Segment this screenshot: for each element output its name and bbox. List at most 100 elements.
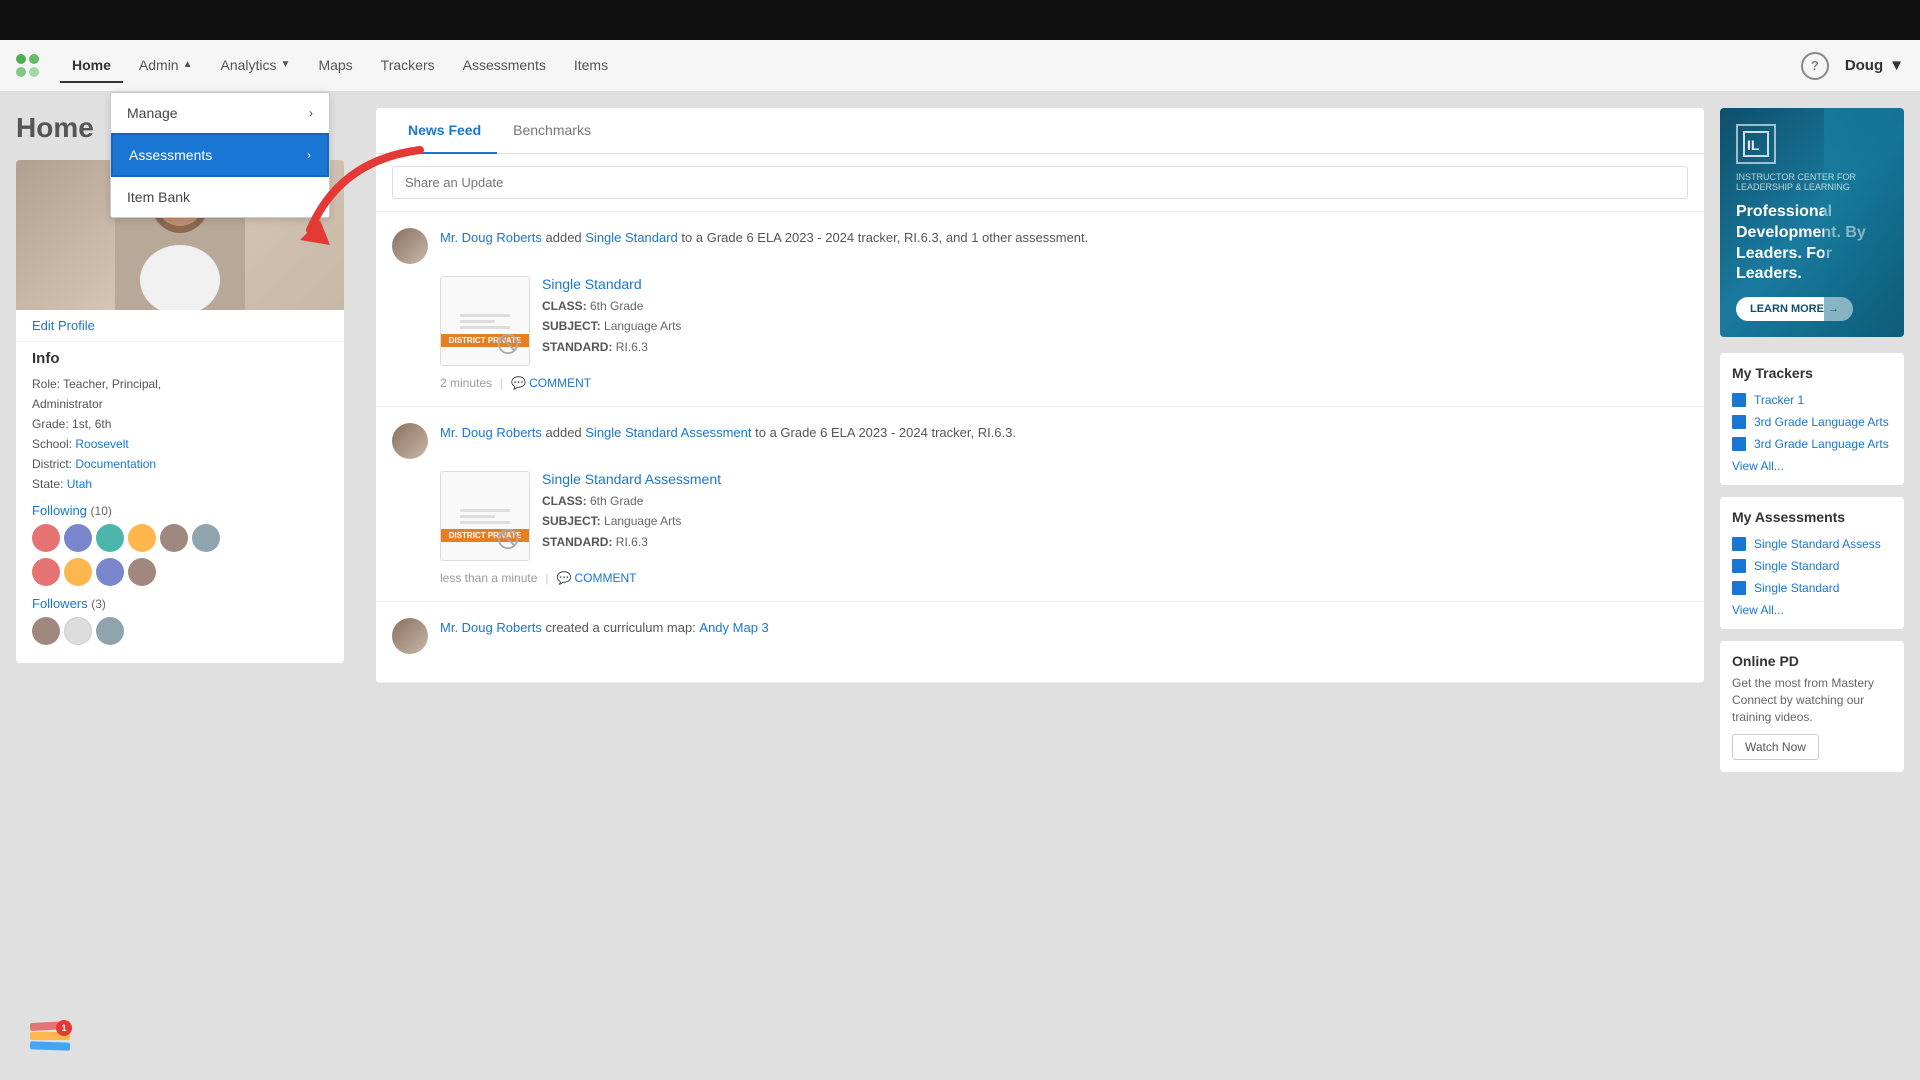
edit-profile-link[interactable]: Edit Profile: [16, 310, 344, 342]
dropdown-assessments[interactable]: Assessments ›: [111, 133, 329, 177]
info-title: Info: [32, 350, 328, 367]
admin-dropdown-menu: Manage › Assessments › Item Bank: [110, 92, 330, 218]
ad-tagline: Instructor Center for Leadership & Learn…: [1736, 172, 1888, 192]
feed-time: 2 minutes: [440, 376, 492, 390]
avatar[interactable]: [32, 617, 60, 645]
feed-author-link[interactable]: Mr. Doug Roberts: [440, 425, 542, 440]
no-icon: [497, 528, 519, 550]
svg-text:IL: IL: [1747, 137, 1760, 153]
comment-icon: 💬: [557, 571, 572, 585]
manage-arrow-icon: ›: [309, 106, 313, 120]
feed-item: Mr. Doug Roberts added Single Standard A…: [376, 407, 1704, 602]
nav-items[interactable]: Items: [562, 49, 620, 83]
navbar: Home Admin ▲ Analytics ▼ Maps Trackers A…: [0, 40, 1920, 92]
comment-button[interactable]: 💬 COMMENT: [511, 376, 591, 390]
tracker-item[interactable]: 3rd Grade Language Arts: [1732, 433, 1892, 455]
assessment-title[interactable]: Single Standard: [542, 276, 681, 292]
assessment-item[interactable]: Single Standard: [1732, 577, 1892, 599]
nav-maps[interactable]: Maps: [306, 49, 364, 83]
feed-tabs: News Feed Benchmarks: [376, 108, 1704, 154]
assessment-thumbnail: DISTRICT PRIVATE: [440, 471, 530, 561]
thumb-lines: [460, 311, 510, 332]
feed-item-header: Mr. Doug Roberts added Single Standard t…: [392, 228, 1688, 264]
following-section-title[interactable]: Following (10): [32, 503, 328, 518]
feed-avatar: [392, 423, 428, 459]
tab-benchmarks[interactable]: Benchmarks: [497, 108, 607, 154]
role-row: Role: Teacher, Principal,: [32, 375, 328, 393]
state-link[interactable]: Utah: [67, 477, 92, 491]
badge-layers[interactable]: 1: [30, 1022, 70, 1050]
assessments-title: My Assessments: [1732, 509, 1892, 525]
nav-trackers[interactable]: Trackers: [369, 49, 447, 83]
share-box: [376, 154, 1704, 212]
profile-card: Edit Profile Info Role: Teacher, Princip…: [16, 160, 344, 663]
tracker-item[interactable]: Tracker 1: [1732, 389, 1892, 411]
logo-dot-3: [16, 67, 26, 77]
feed-item-link[interactable]: Single Standard: [585, 230, 678, 245]
comment-button[interactable]: 💬 COMMENT: [557, 571, 637, 585]
avatar[interactable]: [64, 524, 92, 552]
watch-now-button[interactable]: Watch Now: [1732, 734, 1819, 760]
no-icon: [497, 333, 519, 355]
view-all-assessments[interactable]: View All...: [1732, 603, 1892, 617]
tracker-icon: [1732, 415, 1746, 429]
avatar[interactable]: [96, 558, 124, 586]
nav-admin[interactable]: Admin ▲: [127, 49, 205, 83]
floating-badge[interactable]: 1: [30, 1022, 70, 1050]
tracker-item[interactable]: 3rd Grade Language Arts: [1732, 411, 1892, 433]
assessment-title[interactable]: Single Standard Assessment: [542, 471, 721, 487]
avatar[interactable]: [32, 524, 60, 552]
avatar[interactable]: [32, 558, 60, 586]
avatar[interactable]: [96, 524, 124, 552]
analytics-chevron-icon: ▼: [281, 59, 291, 70]
nav-assessments[interactable]: Assessments: [451, 49, 558, 83]
avatar[interactable]: [160, 524, 188, 552]
assessment-preview: DISTRICT PRIVATE Single Standard Assessm…: [440, 471, 1688, 561]
assessment-icon: [1732, 537, 1746, 551]
online-pd-section: Online PD Get the most from Mastery Conn…: [1720, 641, 1904, 771]
feed-item-text: Mr. Doug Roberts added Single Standard A…: [440, 423, 1016, 459]
assessment-icon: [1732, 581, 1746, 595]
assessment-info: Single Standard Assessment CLASS: 6th Gr…: [542, 471, 721, 561]
district-link[interactable]: Documentation: [75, 457, 156, 471]
avatar[interactable]: [64, 617, 92, 645]
assessment-item[interactable]: Single Standard Assess: [1732, 533, 1892, 555]
user-menu-button[interactable]: Doug ▼: [1845, 57, 1904, 74]
app-logo[interactable]: [16, 54, 40, 78]
followers-section-title[interactable]: Followers (3): [32, 596, 328, 611]
assessment-meta: CLASS: 6th Grade SUBJECT: Language Arts …: [542, 491, 721, 552]
feed-item-link[interactable]: Andy Map 3: [699, 620, 768, 635]
feed-item: Mr. Doug Roberts created a curriculum ma…: [376, 602, 1704, 683]
nav-analytics[interactable]: Analytics ▼: [209, 49, 303, 83]
feed-author-link[interactable]: Mr. Doug Roberts: [440, 230, 542, 245]
dropdown-item-bank[interactable]: Item Bank: [111, 177, 329, 217]
main-wrapper: Home Edit Profile Info Role: Teacher, Pr…: [0, 92, 1920, 1080]
main-content: News Feed Benchmarks Mr. Doug Roberts ad…: [360, 92, 1720, 1080]
share-input[interactable]: [392, 166, 1688, 199]
avatar[interactable]: [128, 524, 156, 552]
nav-home[interactable]: Home: [60, 49, 123, 83]
avatar[interactable]: [128, 558, 156, 586]
avatar[interactable]: [96, 617, 124, 645]
dropdown-manage[interactable]: Manage ›: [111, 93, 329, 133]
logo-dot-1: [16, 54, 26, 64]
assessment-preview: DISTRICT PRIVATE Single Standard CLASS: …: [440, 276, 1688, 366]
following-avatars: [32, 524, 328, 552]
tab-news-feed[interactable]: News Feed: [392, 108, 497, 154]
avatar[interactable]: [192, 524, 220, 552]
feed-item-link[interactable]: Single Standard Assessment: [585, 425, 751, 440]
assessment-item[interactable]: Single Standard: [1732, 555, 1892, 577]
school-link[interactable]: Roosevelt: [75, 437, 128, 451]
avatar[interactable]: [64, 558, 92, 586]
feed-author-link[interactable]: Mr. Doug Roberts: [440, 620, 542, 635]
online-pd-description: Get the most from Mastery Connect by wat…: [1732, 675, 1892, 725]
logo-dot-4: [29, 67, 39, 77]
view-all-trackers[interactable]: View All...: [1732, 459, 1892, 473]
thumb-lines: [460, 506, 510, 527]
assessments-arrow-icon: ›: [307, 148, 311, 162]
ad-background: [1824, 108, 1904, 337]
user-chevron-icon: ▼: [1889, 57, 1904, 74]
role-row2: Administrator: [32, 395, 328, 413]
right-sidebar: IL Instructor Center for Leadership & Le…: [1720, 92, 1920, 1080]
help-button[interactable]: ?: [1801, 52, 1829, 80]
